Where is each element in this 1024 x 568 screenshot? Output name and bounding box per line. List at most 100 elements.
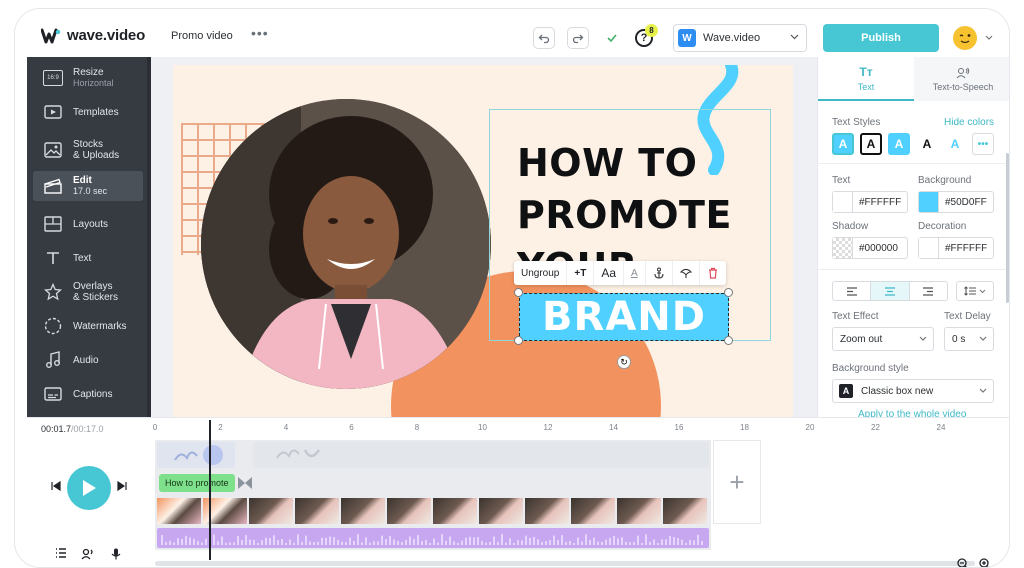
- time-ruler[interactable]: 0 2 4 6 8 10 12 14 16 18 20 22 24: [153, 418, 1009, 436]
- waveform-bar: [169, 540, 171, 545]
- timeline: 00:01.7/00:17.0 0 2 4 6 8 10 12 14 16 18 20 22 24 Ho…: [27, 417, 1010, 568]
- waveform-bar: [401, 542, 403, 545]
- brand-text-box[interactable]: BRAND: [519, 293, 729, 341]
- sidebar-item-captions[interactable]: Captions: [33, 379, 143, 409]
- sidebar-item-watermarks[interactable]: Watermarks: [33, 311, 143, 341]
- waveform-bar: [177, 538, 179, 545]
- hide-colors-link[interactable]: Hide colors: [944, 117, 994, 128]
- rotate-handle[interactable]: ↻: [617, 355, 631, 369]
- timeline-scrollbar[interactable]: [155, 561, 975, 566]
- panel-scrollbar[interactable]: [1006, 153, 1009, 303]
- shadow-color-field[interactable]: #000000: [832, 237, 908, 259]
- video-canvas[interactable]: HOW TO PROMOTE YOUR Ungroup +T Aa A: [173, 65, 793, 417]
- sidebar-item-layouts[interactable]: Layouts: [33, 209, 143, 239]
- sidebar-item-text[interactable]: Text: [33, 243, 143, 273]
- fit-width-icon[interactable]: [1001, 559, 1010, 568]
- align-right-icon: [923, 286, 934, 296]
- waveform-bar: [345, 542, 347, 545]
- undo-icon: [538, 34, 550, 44]
- text-delay-select[interactable]: 0 s: [944, 327, 994, 351]
- add-text-button[interactable]: +T: [567, 261, 595, 285]
- resize-handle-top-left[interactable]: [514, 288, 523, 297]
- tab-text-to-speech[interactable]: Text-to-Speech: [914, 57, 1009, 101]
- text-style-swatch-4[interactable]: A: [916, 133, 938, 155]
- ruler-tick-label: 12: [543, 423, 553, 432]
- skip-forward-icon[interactable]: [117, 481, 127, 491]
- decoration-color-field[interactable]: #FFFFFF: [918, 237, 994, 259]
- project-title[interactable]: Promo video: [171, 30, 233, 42]
- align-right-button[interactable]: [910, 282, 947, 300]
- text-color-button[interactable]: A: [624, 261, 646, 285]
- waveform-bar: [645, 534, 647, 545]
- sidebar-item-label: Templates: [73, 106, 119, 118]
- sidebar-item-templates[interactable]: Templates: [33, 97, 143, 127]
- aspect-ratio-icon: 16:9: [43, 68, 63, 88]
- scene-preview-icon: [276, 449, 321, 459]
- background-color-field[interactable]: #50D0FF: [918, 191, 994, 213]
- ungroup-button[interactable]: Ungroup: [514, 261, 568, 285]
- text-layer-clip[interactable]: How to promote: [159, 474, 235, 492]
- app-logo[interactable]: wave.video: [41, 27, 145, 44]
- play-button[interactable]: [67, 466, 111, 510]
- sidebar-item-overlays[interactable]: Overlays & Stickers: [33, 277, 143, 307]
- resize-handle-bottom-left[interactable]: [514, 336, 523, 345]
- headline-line-1: HOW TO: [517, 141, 698, 185]
- waveform-bar: [313, 542, 315, 545]
- sidebar-item-resize[interactable]: 16:9 Resize Horizontal: [33, 63, 143, 93]
- transition-icon[interactable]: [237, 476, 253, 490]
- zoom-in-icon[interactable]: [979, 558, 991, 568]
- scene-thumbnail-2[interactable]: [253, 442, 709, 468]
- voiceover-icon[interactable]: [81, 548, 95, 560]
- resize-handle-top-right[interactable]: [724, 288, 733, 297]
- sidebar-item-audio[interactable]: Audio: [33, 345, 143, 375]
- redo-button[interactable]: [567, 27, 589, 49]
- app-window: wave.video Promo video ••• ? 8 W Wave.vi…: [14, 8, 1010, 568]
- scene-thumbnail-1[interactable]: [157, 442, 235, 468]
- publish-button[interactable]: Publish: [823, 24, 939, 52]
- add-scene-button[interactable]: +: [713, 440, 761, 524]
- waveform-bar: [237, 535, 239, 545]
- text-effect-select[interactable]: Zoom out: [832, 327, 934, 351]
- presenter-photo[interactable]: [201, 99, 491, 389]
- align-center-button[interactable]: [871, 282, 910, 300]
- brand-kit-select[interactable]: W Wave.video: [673, 24, 807, 52]
- undo-button[interactable]: [533, 27, 555, 49]
- line-spacing-button[interactable]: [956, 281, 994, 301]
- font-button[interactable]: Aa: [594, 261, 624, 285]
- anchor-button[interactable]: [646, 261, 673, 285]
- waveform-bar: [225, 542, 227, 545]
- resize-handle-bottom-right[interactable]: [724, 336, 733, 345]
- waveform-bar: [437, 542, 439, 545]
- divider: [818, 269, 1006, 270]
- more-styles-button[interactable]: •••: [972, 133, 994, 155]
- waveform-bar: [473, 537, 475, 545]
- user-avatar[interactable]: [953, 26, 977, 50]
- audio-track[interactable]: [157, 528, 709, 548]
- more-options-button[interactable]: •••: [251, 25, 269, 41]
- chevron-down-icon[interactable]: [985, 35, 993, 41]
- zoom-out-icon[interactable]: [957, 558, 969, 568]
- delete-button[interactable]: [700, 261, 726, 285]
- sidebar-item-stocks[interactable]: Stocks & Uploads: [33, 135, 143, 165]
- waveform-bar: [381, 535, 383, 545]
- waveform-bar: [409, 536, 411, 545]
- animation-button[interactable]: [673, 261, 700, 285]
- text-style-swatch-2[interactable]: A: [860, 133, 882, 155]
- background-style-select[interactable]: A Classic box new: [832, 379, 994, 403]
- speech-icon: [956, 67, 970, 78]
- playhead[interactable]: [209, 420, 211, 560]
- waveform-bar: [493, 536, 495, 545]
- text-color-field[interactable]: #FFFFFF: [832, 191, 908, 213]
- tab-text[interactable]: Tт Text: [818, 57, 914, 101]
- skip-back-icon[interactable]: [51, 481, 61, 491]
- waveform-bar: [293, 542, 295, 545]
- ruler-tick-label: 18: [740, 423, 749, 432]
- align-left-button[interactable]: [833, 282, 872, 300]
- text-style-swatch-5[interactable]: A: [944, 133, 966, 155]
- sidebar-item-label: Text: [73, 252, 92, 264]
- text-style-swatch-3[interactable]: A: [888, 133, 910, 155]
- video-clip[interactable]: [157, 498, 709, 524]
- sidebar-item-edit[interactable]: Edit 17.0 sec: [33, 171, 143, 201]
- text-style-swatch-1[interactable]: A: [832, 133, 854, 155]
- microphone-icon[interactable]: [111, 548, 121, 560]
